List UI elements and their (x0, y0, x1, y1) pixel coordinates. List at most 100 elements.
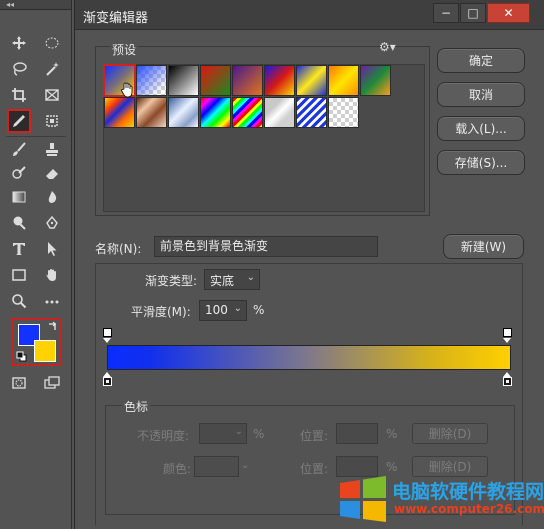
gradient-tool[interactable] (9, 187, 29, 207)
opacity-input[interactable]: ⌄ (199, 423, 247, 444)
history-brush-icon (12, 166, 26, 179)
location-unit: % (386, 460, 398, 474)
eyedropper-tool[interactable] (7, 109, 31, 133)
zoom-tool[interactable] (9, 291, 29, 311)
dialog-title: 渐变编辑器 (83, 11, 149, 26)
preset-black-white[interactable] (168, 65, 199, 96)
rectangle-tool[interactable] (9, 265, 29, 285)
more-tools[interactable] (42, 291, 62, 311)
swap-colors-icon[interactable] (47, 321, 58, 332)
save-button[interactable]: 存储(S)... (437, 150, 525, 175)
chevron-down-icon[interactable]: ⌄ (241, 460, 249, 471)
cancel-button[interactable]: 取消 (437, 82, 525, 107)
default-colors-icon[interactable] (16, 351, 27, 362)
tools-collapse-bar[interactable]: ◂◂ (0, 0, 71, 10)
collapse-icon[interactable]: ◂◂ (6, 0, 14, 9)
color-label: 颜色: (163, 462, 192, 476)
brush-icon (13, 142, 26, 156)
hand-tool[interactable] (42, 265, 62, 285)
magic-wand-tool[interactable] (42, 59, 62, 79)
maximize-button[interactable]: □ (460, 3, 486, 23)
minimize-icon: − (440, 6, 452, 20)
preset-copper[interactable] (136, 97, 167, 128)
more-tools-icon (45, 300, 59, 304)
watermark-title: 电脑软硬件教程网 (392, 481, 544, 503)
close-icon: ✕ (503, 6, 514, 20)
opacity-stop-right[interactable] (503, 328, 512, 337)
pen-tool[interactable] (42, 213, 62, 233)
gradient-tool-icon (12, 191, 26, 203)
eyedropper-icon (13, 115, 25, 127)
delete-opacity-stop-button[interactable]: 删除(D) (412, 423, 488, 444)
preset-chrome[interactable] (168, 97, 199, 128)
gradient-type-select[interactable]: 实底 ⌄ (204, 269, 260, 290)
brush-tool[interactable] (9, 139, 29, 159)
preset-fg-to-transparent[interactable] (136, 65, 167, 96)
blur-tool[interactable] (42, 187, 62, 207)
pen-icon (46, 215, 58, 229)
marquee-tool[interactable] (42, 33, 62, 53)
gradient-name-input[interactable]: 前景色到背景色渐变 (154, 236, 378, 257)
crop-tool[interactable] (9, 85, 29, 105)
stamp-tool[interactable] (42, 139, 62, 159)
gradient-preview-bar[interactable] (107, 345, 511, 370)
path-select-tool[interactable] (42, 239, 62, 259)
patch-tool[interactable] (42, 111, 62, 131)
color-stop-right[interactable] (503, 377, 512, 386)
name-label: 名称(N): (95, 242, 142, 256)
dodge-tool[interactable] (9, 213, 29, 233)
quick-mask-tool[interactable] (9, 373, 29, 393)
history-brush-tool[interactable] (9, 163, 29, 183)
screen-mode-icon (44, 376, 60, 389)
background-color-swatch[interactable] (34, 340, 56, 362)
zoom-icon (12, 294, 27, 309)
opacity-stop-left[interactable] (103, 328, 112, 337)
preset-yellow-violet-orange-blue[interactable] (104, 97, 135, 128)
move-tool[interactable] (9, 33, 29, 53)
preset-transparent-stripes-light[interactable] (264, 97, 295, 128)
watermark: 电脑软硬件教程网 www.computer26.com (336, 473, 544, 529)
chevron-down-icon: ⌄ (233, 303, 242, 314)
preset-transparent[interactable] (328, 97, 359, 128)
preset-violet-orange[interactable] (232, 65, 263, 96)
color-swatches (11, 318, 61, 366)
presets-grid (103, 64, 425, 212)
load-button[interactable]: 载入(L)... (437, 116, 525, 141)
preset-violet-green-orange[interactable] (360, 65, 391, 96)
windows-logo-icon (340, 476, 386, 522)
preset-blue-yellow-blue[interactable] (296, 65, 327, 96)
dialog-titlebar[interactable]: 渐变编辑器 − □ ✕ (75, 0, 544, 30)
rectangle-icon (12, 269, 26, 281)
close-button[interactable]: ✕ (487, 3, 530, 23)
preset-blue-red-yellow[interactable] (264, 65, 295, 96)
gradient-editor-dialog: 渐变编辑器 − □ ✕ 预设 ⚙▾ 确定 取消 载入(L)... 存储(S)..… (74, 0, 544, 529)
patch-icon (46, 115, 58, 127)
frame-icon (45, 89, 59, 101)
minimize-button[interactable]: − (433, 3, 459, 23)
new-button[interactable]: 新建(W) (443, 234, 524, 259)
preset-transparent-stripes[interactable] (296, 97, 327, 128)
gradient-type-value: 实底 (210, 274, 235, 288)
eraser-tool[interactable] (42, 163, 62, 183)
ok-button[interactable]: 确定 (437, 48, 525, 73)
preset-orange-yellow-orange[interactable] (328, 65, 359, 96)
move-icon (12, 36, 26, 50)
gradient-type-label: 渐变类型: (145, 274, 198, 288)
opacity-location-input[interactable] (336, 423, 378, 444)
hand-icon (46, 269, 56, 281)
color-stop-left[interactable] (103, 377, 112, 386)
gear-icon[interactable]: ⚙▾ (379, 40, 396, 54)
lasso-tool[interactable] (9, 59, 29, 79)
type-tool[interactable] (9, 239, 29, 259)
smoothness-input[interactable]: 100 ⌄ (199, 300, 247, 321)
preset-spectrum[interactable] (200, 97, 231, 128)
presets-group (95, 46, 430, 216)
stop-color-picker[interactable] (194, 456, 239, 477)
preset-transparent-rainbow[interactable] (232, 97, 263, 128)
location-label: 位置: (300, 429, 329, 443)
quick-mask-icon (12, 377, 26, 389)
opacity-stop-left-pointer (103, 338, 111, 343)
preset-red-green[interactable] (200, 65, 231, 96)
frame-tool[interactable] (42, 85, 62, 105)
screen-mode-tool[interactable] (42, 373, 62, 393)
